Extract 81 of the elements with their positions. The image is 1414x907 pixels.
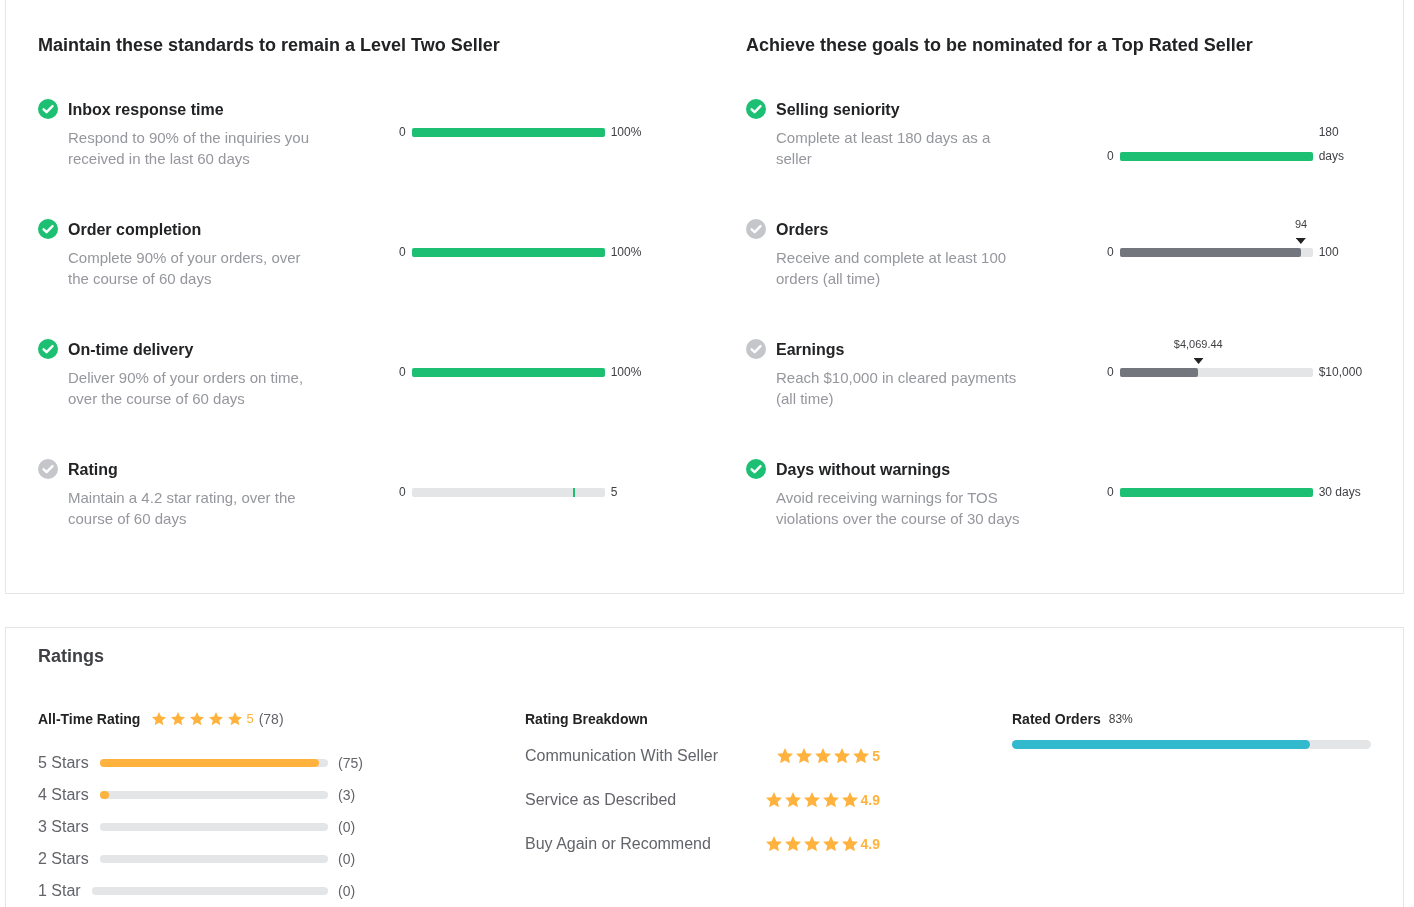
metric-description: Avoid receiving warnings for TOS violations over the course of 30 days bbox=[776, 488, 1021, 529]
rating-count: (75) bbox=[338, 754, 364, 773]
rated-orders-value: 83% bbox=[1108, 711, 1133, 728]
caret-down-icon bbox=[1193, 357, 1204, 364]
rating-count: (3) bbox=[338, 786, 357, 805]
rating-count: (0) bbox=[338, 818, 357, 837]
section-heading: Maintain these standards to remain a Level Two Seller bbox=[38, 34, 501, 57]
breakdown-label: Service as Described bbox=[525, 790, 677, 810]
metric-title: Orders bbox=[776, 220, 830, 240]
metric-title: Inbox response time bbox=[68, 100, 225, 120]
star-icon bbox=[190, 712, 205, 726]
scale-max-label: 100% bbox=[610, 364, 642, 381]
star-level-label: 1 Star bbox=[38, 881, 81, 901]
metric-title: On-time delivery bbox=[68, 340, 195, 360]
scale-min-label: 0 bbox=[399, 364, 406, 381]
metric-description: Reach $10,000 in cleared payments (all time) bbox=[776, 368, 1018, 409]
star-icon bbox=[171, 712, 186, 726]
rating-score: 4.9 bbox=[860, 791, 880, 810]
breakdown-heading: Rating Breakdown bbox=[525, 710, 648, 729]
scale-min-label: 0 bbox=[399, 124, 406, 141]
marker-value: 94 bbox=[1294, 216, 1308, 231]
star-level-label: 5 Stars bbox=[38, 753, 89, 773]
star-icon bbox=[834, 748, 851, 764]
star-icon bbox=[152, 712, 167, 726]
star-icon bbox=[765, 836, 782, 852]
metric-title: Rating bbox=[68, 460, 119, 480]
scale-max-label: 180 days bbox=[1318, 124, 1346, 165]
rating-score: 5 bbox=[872, 747, 880, 766]
scale-max-label: 100 bbox=[1318, 244, 1339, 261]
section-heading: Ratings bbox=[38, 645, 105, 668]
star-icon bbox=[841, 836, 858, 852]
scale-min-label: 0 bbox=[1107, 148, 1114, 165]
star-icon bbox=[803, 792, 820, 808]
star-icon bbox=[228, 712, 243, 726]
star-icon bbox=[796, 748, 813, 764]
scale-min-label: 0 bbox=[1107, 364, 1114, 381]
star-level-label: 4 Stars bbox=[38, 785, 89, 805]
scale-min-label: 0 bbox=[1107, 484, 1114, 501]
metric-description: Receive and complete at least 100 orders (all time) bbox=[776, 248, 1008, 289]
star-icon bbox=[841, 792, 858, 808]
rating-count: (78) bbox=[258, 710, 284, 729]
scale-max-label: 100% bbox=[610, 244, 642, 261]
star-icon bbox=[209, 712, 224, 726]
caret-down-icon bbox=[1296, 237, 1307, 244]
metric-title: Selling seniority bbox=[776, 100, 901, 120]
scale-min-label: 0 bbox=[1107, 244, 1114, 261]
rating-count: (0) bbox=[338, 850, 357, 869]
breakdown-label: Communication With Seller bbox=[525, 746, 718, 766]
scale-max-label: 5 bbox=[610, 484, 618, 501]
rated-orders-label: Rated Orders bbox=[1012, 710, 1101, 729]
metric-description: Complete at least 180 days as a seller bbox=[776, 128, 992, 169]
metric-description: Respond to 90% of the inquiries you received in the last 60 days bbox=[68, 128, 310, 169]
star-icon bbox=[822, 836, 839, 852]
metric-description: Deliver 90% of your orders on time, over the course of 60 days bbox=[68, 368, 305, 409]
scale-min-label: 0 bbox=[399, 484, 406, 501]
section-heading: Achieve these goals to be nominated for a Top Rated Seller bbox=[746, 34, 1254, 57]
breakdown-label: Buy Again or Recommend bbox=[525, 834, 711, 854]
star-icon bbox=[784, 836, 801, 852]
rating-count: (0) bbox=[338, 882, 357, 901]
metric-title: Days without warnings bbox=[776, 460, 952, 480]
star-icon bbox=[822, 792, 839, 808]
star-icon bbox=[815, 748, 832, 764]
scale-min-label: 0 bbox=[399, 244, 406, 261]
star-level-label: 3 Stars bbox=[38, 817, 89, 837]
rating-score: 4.9 bbox=[860, 835, 880, 854]
metric-description: Maintain a 4.2 star rating, over the course of 60 days bbox=[68, 488, 297, 529]
star-icon bbox=[853, 748, 870, 764]
star-icon bbox=[765, 792, 782, 808]
star-icon bbox=[803, 836, 820, 852]
scale-max-label: $10,000 bbox=[1318, 364, 1363, 381]
scale-max-label: 100% bbox=[610, 124, 642, 141]
star-icon bbox=[784, 792, 801, 808]
metric-title: Earnings bbox=[776, 340, 846, 360]
metric-title: Order completion bbox=[68, 220, 203, 240]
star-icon bbox=[777, 748, 794, 764]
metric-description: Complete 90% of your orders, over the course of 60 days bbox=[68, 248, 302, 289]
star-level-label: 2 Stars bbox=[38, 849, 89, 869]
rating-score: 5 bbox=[246, 710, 254, 728]
marker-value: $4,069.44 bbox=[1173, 336, 1223, 351]
scale-max-label: 30 days bbox=[1318, 484, 1361, 501]
rating-heading: All-Time Rating bbox=[38, 710, 141, 729]
